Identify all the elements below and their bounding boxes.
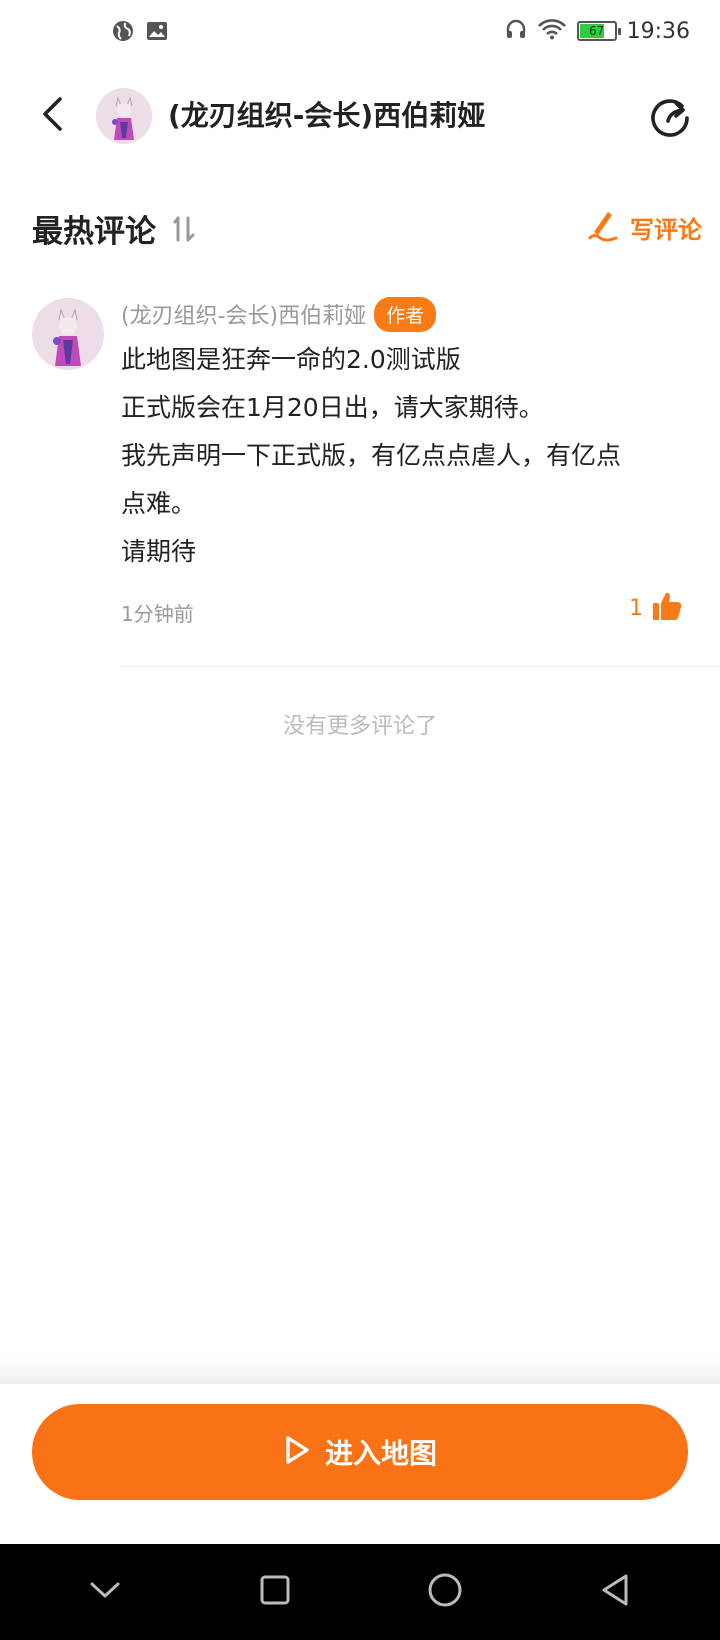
comment-meta: 1分钟前 1 (121, 590, 691, 630)
bottom-bar: 进入地图 (0, 1384, 720, 1544)
globe-icon (112, 20, 134, 46)
comment-line: 正式版会在1月20日出，请大家期待。 (121, 393, 544, 422)
bottom-shadow (0, 1356, 720, 1384)
headset-icon (505, 18, 527, 44)
comment-body: (龙刃组织-会长)西伯莉娅 作者 此地图是狂奔一命的2.0测试版 正式版会在1月… (121, 296, 691, 630)
status-bar: 67 19:36 (0, 0, 720, 68)
section-title: 最热评论 (32, 214, 156, 250)
comment-line: 我先声明一下正式版，有亿点点虐人，有亿点 (121, 441, 622, 470)
comment-divider (121, 666, 720, 667)
nav-hide-button[interactable] (75, 1562, 135, 1622)
battery-level: 67 (588, 24, 605, 38)
enter-map-button[interactable]: 进入地图 (32, 1404, 688, 1500)
share-icon (646, 99, 694, 146)
back-button[interactable] (30, 92, 74, 140)
system-nav-bar (0, 1544, 720, 1640)
write-comment-label: 写评论 (630, 215, 702, 244)
comment-line: 请期待 (121, 537, 197, 566)
circle-icon (427, 1572, 463, 1612)
thumbs-up-icon (651, 590, 683, 626)
write-comment-button[interactable]: 写评论 (586, 208, 702, 246)
header-avatar[interactable] (96, 88, 152, 144)
no-more-comments: 没有更多评论了 (282, 714, 437, 739)
nav-recents-button[interactable] (245, 1562, 305, 1622)
enter-map-label: 进入地图 (324, 1437, 437, 1470)
comment-line: 此地图是狂奔一命的2.0测试版 (121, 345, 461, 374)
chevron-left-icon (40, 96, 64, 136)
square-icon (259, 1574, 291, 1610)
image-icon (146, 21, 168, 45)
triangle-back-icon (599, 1573, 631, 1611)
comment-author[interactable]: (龙刃组织-会长)西伯莉娅 (121, 298, 366, 330)
play-icon (283, 1434, 311, 1470)
like-button[interactable]: 1 (629, 590, 683, 626)
comment-avatar[interactable] (32, 298, 104, 370)
nav-back-button[interactable] (585, 1562, 645, 1622)
status-time: 19:36 (626, 18, 690, 44)
comment-time: 1分钟前 (121, 602, 194, 626)
wifi-icon (537, 18, 567, 44)
header-title: (龙刃组织-会长)西伯莉娅 (168, 99, 486, 132)
chevron-down-icon (88, 1579, 122, 1605)
sort-icon[interactable] (172, 214, 202, 251)
status-right: 67 19:36 (505, 18, 690, 44)
author-badge: 作者 (374, 296, 437, 332)
nav-home-button[interactable] (415, 1562, 475, 1622)
pen-icon (586, 208, 620, 246)
comment-author-row: (龙刃组织-会长)西伯莉娅 作者 (121, 296, 691, 332)
like-count: 1 (629, 595, 643, 621)
share-button[interactable] (646, 94, 694, 142)
section-header: 最热评论 写评论 (0, 200, 720, 256)
battery-icon: 67 (576, 21, 621, 41)
status-left (112, 20, 168, 46)
header: (龙刃组织-会长)西伯莉娅 (0, 80, 720, 152)
comment-text: 此地图是狂奔一命的2.0测试版 正式版会在1月20日出，请大家期待。 我先声明一… (121, 336, 691, 576)
comment-line: 点难。 (121, 489, 197, 518)
